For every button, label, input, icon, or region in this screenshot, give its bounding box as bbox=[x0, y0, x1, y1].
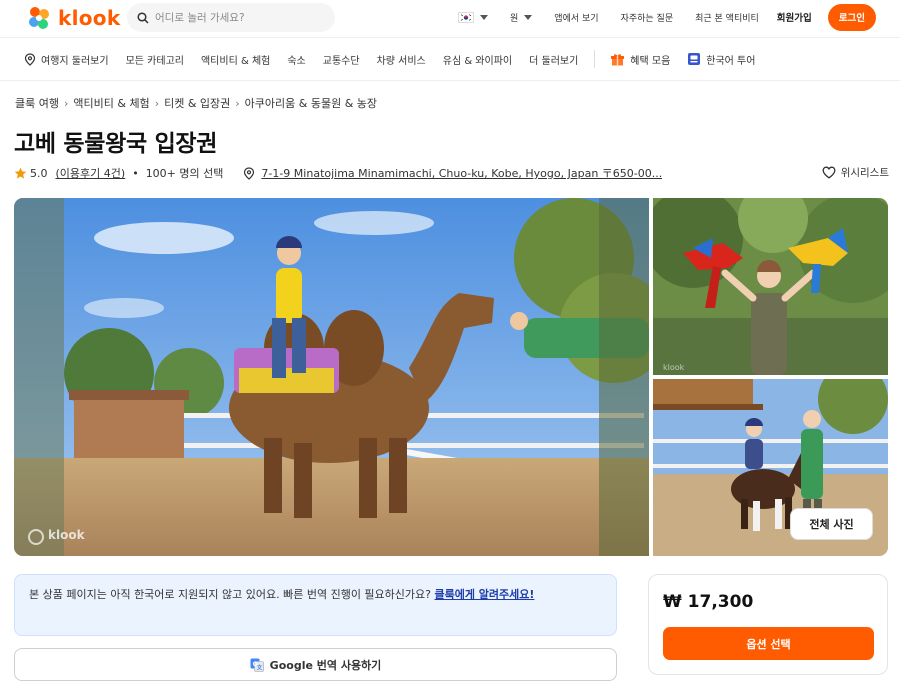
klook-watermark: klook bbox=[48, 528, 85, 542]
main-photo-camel-ride[interactable]: klook bbox=[14, 198, 649, 556]
tour-badge-icon bbox=[688, 53, 701, 65]
address-link[interactable]: 7-1-9 Minatojima Minamimachi, Chuo-ku, K… bbox=[261, 165, 662, 181]
nav-divider bbox=[594, 50, 596, 68]
klook-logo-icon bbox=[29, 7, 49, 29]
breadcrumb-item[interactable]: 클룩 여행 bbox=[15, 95, 59, 111]
google-translate-label: Google 번역 사용하기 bbox=[269, 658, 382, 672]
photo-parrots-staff[interactable]: klook bbox=[653, 198, 888, 375]
klook-logo[interactable]: klook bbox=[26, 5, 120, 31]
search-bar[interactable] bbox=[127, 3, 335, 32]
location-pin-icon bbox=[244, 166, 255, 180]
review-count-link[interactable]: (이용후기 4건) bbox=[56, 165, 126, 181]
nav-label: 유심 & 와이파이 bbox=[442, 55, 513, 67]
participants-count: 100+ 명의 선택 bbox=[145, 167, 224, 180]
svg-text:文: 文 bbox=[256, 663, 262, 671]
header-actions: 원 앱에서 보기 자주하는 질문 최근 본 액티비티 회원가입 로그인 bbox=[458, 3, 876, 31]
faq-link[interactable]: 자주하는 질문 bbox=[621, 11, 674, 24]
wishlist-label: 위시리스트 bbox=[840, 167, 889, 179]
breadcrumb: 클룩 여행 › 액티비티 & 체험 › 티켓 & 입장권 › 아쿠아리움 & 동… bbox=[15, 95, 377, 111]
nav-label: 더 둘러보기 bbox=[529, 55, 579, 67]
currency-selector[interactable]: 원 bbox=[510, 11, 533, 24]
camel-ride-image bbox=[14, 198, 649, 556]
nav-label: 액티비티 & 체험 bbox=[200, 55, 271, 67]
parrots-image: klook bbox=[653, 198, 888, 375]
google-translate-icon: G 文 bbox=[250, 658, 264, 672]
language-selector[interactable] bbox=[458, 11, 489, 23]
login-button[interactable]: 로그인 bbox=[827, 3, 876, 31]
nav-item-all-categories[interactable]: 모든 카테고리 bbox=[126, 52, 184, 67]
nav-item-promotions[interactable]: 혜택 모음 bbox=[610, 52, 670, 67]
svg-text:klook: klook bbox=[663, 363, 685, 372]
nav-item-transport[interactable]: 교통수단 bbox=[323, 52, 360, 67]
recently-viewed-link[interactable]: 최근 본 액티비티 bbox=[695, 11, 759, 24]
category-nav: 여행지 둘러보기 모든 카테고리 액티비티 & 체험 숙소 교통수단 차량 서비… bbox=[0, 38, 900, 81]
brand-name: klook bbox=[58, 6, 121, 30]
search-icon bbox=[137, 11, 149, 24]
chevron-right-icon: › bbox=[63, 96, 69, 110]
search-input[interactable] bbox=[155, 11, 325, 24]
chevron-down-icon bbox=[524, 14, 533, 20]
chevron-right-icon: › bbox=[154, 96, 160, 110]
nav-item-destinations[interactable]: 여행지 둘러보기 bbox=[24, 52, 109, 67]
product-meta: 5.0 (이용후기 4건) • 100+ 명의 선택 7-1-9 Minatoj… bbox=[14, 163, 889, 183]
rating-score: 5.0 bbox=[30, 166, 48, 180]
nav-item-car-service[interactable]: 차량 서비스 bbox=[377, 52, 426, 67]
meta-separator: • bbox=[132, 166, 139, 180]
heart-icon bbox=[822, 166, 836, 179]
wishlist-button[interactable]: 위시리스트 bbox=[822, 165, 889, 180]
breadcrumb-item[interactable]: 티켓 & 입장권 bbox=[164, 95, 230, 111]
view-all-photos-button[interactable]: 전체 사진 bbox=[790, 508, 873, 540]
chevron-down-icon bbox=[480, 14, 489, 20]
signup-link[interactable]: 회원가입 bbox=[777, 10, 812, 24]
page-title: 고베 동물왕국 입장권 bbox=[14, 131, 218, 157]
nav-label: 한국어 투어 bbox=[706, 55, 756, 67]
star-icon bbox=[14, 167, 27, 179]
korea-flag-icon bbox=[458, 11, 475, 23]
breadcrumb-item[interactable]: 액티비티 & 체험 bbox=[73, 95, 149, 111]
nav-label: 혜택 모음 bbox=[630, 55, 671, 67]
booking-card: ₩ 17,300 옵션 선택 bbox=[648, 574, 888, 675]
nav-item-sim-wifi[interactable]: 유심 & 와이파이 bbox=[443, 52, 512, 67]
currency-label: 원 bbox=[510, 13, 519, 24]
nav-label: 여행지 둘러보기 bbox=[41, 55, 109, 67]
chevron-right-icon: › bbox=[235, 96, 240, 110]
nav-label: 모든 카테고리 bbox=[125, 55, 184, 67]
app-download-link[interactable]: 앱에서 보기 bbox=[554, 11, 598, 24]
translation-notice: 본 상품 페이지는 아직 한국어로 지원되지 않고 있어요. 빠른 번역 진행이… bbox=[14, 574, 617, 636]
nav-label: 교통수단 bbox=[322, 55, 360, 67]
google-translate-button[interactable]: G 文 Google 번역 사용하기 bbox=[14, 648, 617, 681]
nav-label: 숙소 bbox=[287, 55, 306, 67]
select-option-button[interactable]: 옵션 선택 bbox=[663, 627, 874, 660]
nav-label: 차량 서비스 bbox=[376, 55, 426, 67]
nav-item-activities[interactable]: 액티비티 & 체험 bbox=[201, 52, 270, 67]
notice-text: 본 상품 페이지는 아직 한국어로 지원되지 않고 있어요. 빠른 번역 진행이… bbox=[29, 588, 431, 601]
nav-item-hotels[interactable]: 숙소 bbox=[287, 52, 305, 67]
price-label: ₩ 17,300 bbox=[663, 592, 754, 612]
location-pin-icon bbox=[24, 52, 36, 66]
top-header: klook 원 앱에서 보기 자주하는 질문 최근 본 bbox=[0, 0, 900, 38]
nav-item-more[interactable]: 더 둘러보기 bbox=[529, 52, 578, 67]
breadcrumb-item[interactable]: 아쿠아리움 & 동물원 & 농장 bbox=[245, 95, 377, 111]
notify-klook-link[interactable]: 클룩에게 알려주세요! bbox=[435, 588, 535, 601]
nav-item-korean-tour[interactable]: 한국어 투어 bbox=[687, 52, 755, 67]
gift-icon bbox=[611, 54, 625, 66]
